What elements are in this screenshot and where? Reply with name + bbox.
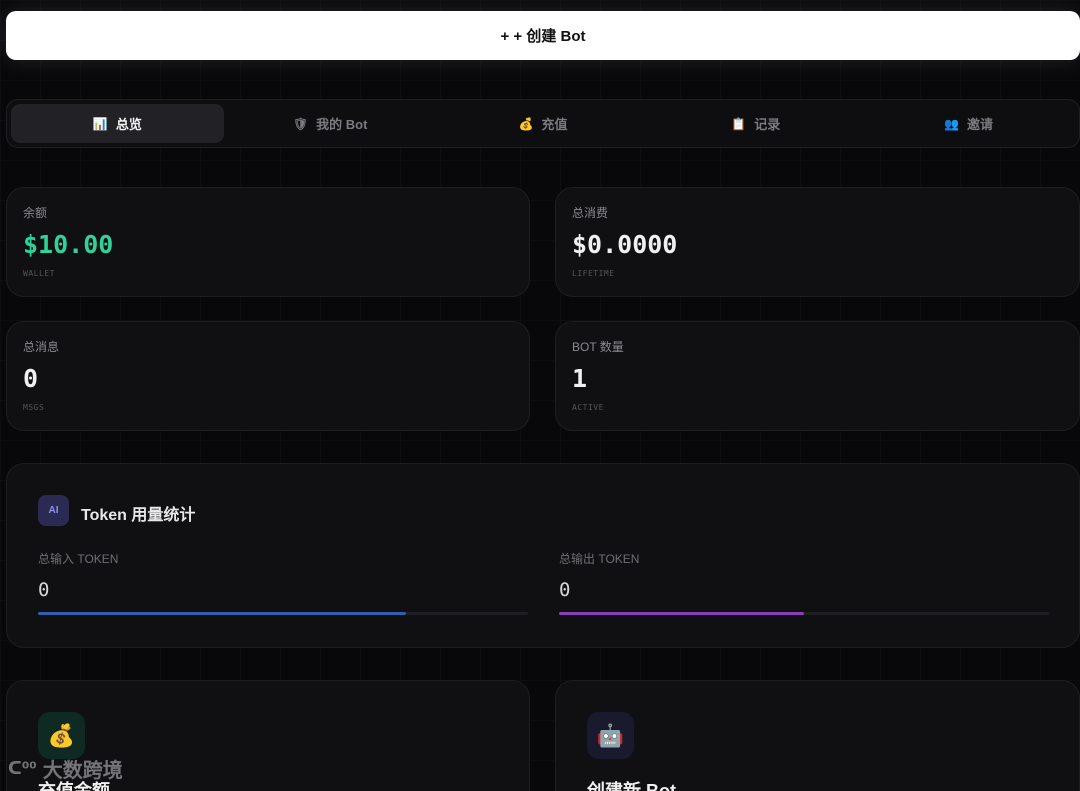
shield-icon: 🛡 [292, 116, 309, 131]
watermark: ᑕ⁰⁰ 大数跨境 [8, 754, 123, 783]
stat-value: 0 [23, 364, 39, 393]
stat-value: $0.0000 [572, 230, 678, 259]
input-token-label: 总输入 TOKEN [38, 552, 119, 566]
stat-label: 总消息 [23, 340, 60, 354]
token-usage-card: AI Token 用量统计 总输入 TOKEN 0 总输出 TOKEN 0 [6, 463, 1080, 648]
tab-invite[interactable]: 👥 邀请 [862, 104, 1075, 143]
tab-label: 邀请 [967, 117, 994, 132]
stat-card-balance: 余额 $10.00 WALLET [6, 187, 530, 297]
create-bot-button[interactable]: + + 创建 Bot [6, 11, 1080, 60]
ai-badge-icon: AI [38, 495, 69, 526]
output-token-bar-fill [559, 612, 804, 615]
stat-label: BOT 数量 [572, 340, 624, 354]
stat-label: 余额 [23, 206, 48, 220]
tab-my-bot[interactable]: 🛡 我的 Bot [224, 104, 437, 143]
money-bag-icon: 💰 [518, 116, 534, 131]
output-token-value: 0 [559, 579, 571, 601]
output-token-label: 总输出 TOKEN [559, 552, 640, 566]
stat-card-bot-count: BOT 数量 1 ACTIVE [555, 321, 1080, 431]
stat-label: 总消费 [572, 206, 609, 220]
stat-sub: WALLET [23, 269, 55, 278]
stat-sub: ACTIVE [572, 403, 604, 412]
nav-tabs: 📊 总览 🛡 我的 Bot 💰 充值 📋 记录 👥 邀请 [6, 99, 1080, 148]
create-bot-card-title: 创建新 Bot [587, 781, 676, 791]
tab-overview[interactable]: 📊 总览 [11, 104, 224, 143]
tab-records[interactable]: 📋 记录 [649, 104, 862, 143]
stat-card-total-messages: 总消息 0 MSGS [6, 321, 530, 431]
tab-label: 总览 [115, 117, 142, 132]
robot-icon: 🤖 [587, 712, 634, 759]
create-bot-card[interactable]: 🤖 创建新 Bot [555, 680, 1080, 791]
users-icon: 👥 [944, 116, 960, 131]
watermark-text: 大数跨境 [42, 760, 123, 782]
stat-value: 1 [572, 364, 588, 393]
clipboard-icon: 📋 [731, 116, 747, 131]
input-token-bar [38, 612, 528, 615]
output-token-bar [559, 612, 1049, 615]
stat-sub: LIFETIME [572, 269, 615, 278]
input-token-value: 0 [38, 579, 50, 601]
money-bag-icon: 💰 [38, 712, 85, 759]
tab-recharge[interactable]: 💰 充值 [437, 104, 650, 143]
stat-card-total-spend: 总消费 $0.0000 LIFETIME [555, 187, 1080, 297]
watermark-logo-icon: ᑕ⁰⁰ [8, 758, 37, 779]
input-token-bar-fill [38, 612, 406, 615]
token-usage-title: Token 用量统计 [81, 507, 196, 524]
tab-label: 我的 Bot [316, 117, 368, 132]
stat-value: $10.00 [23, 230, 114, 259]
tab-label: 充值 [541, 117, 568, 132]
stat-sub: MSGS [23, 403, 45, 412]
chart-icon: 📊 [92, 116, 108, 131]
tab-label: 记录 [754, 117, 781, 132]
